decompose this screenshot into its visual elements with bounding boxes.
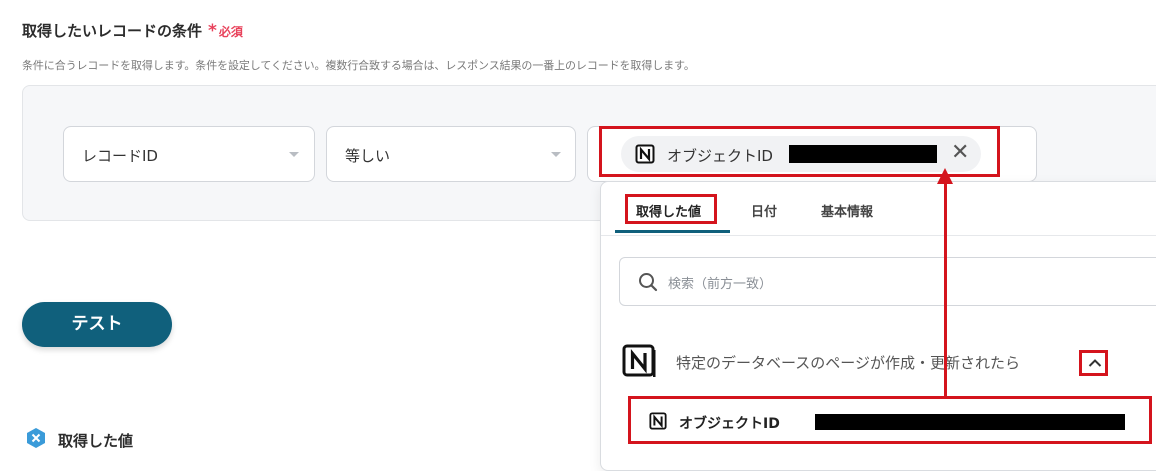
- test-button[interactable]: テスト: [22, 302, 172, 347]
- operator-select-value: 等しい: [345, 147, 391, 165]
- field-select[interactable]: レコードID: [63, 126, 315, 182]
- caret-down-icon: [551, 152, 561, 157]
- search-icon: [638, 272, 658, 296]
- search-input[interactable]: 検索（前方一致）: [619, 257, 1156, 306]
- chevron-up-icon: [1088, 359, 1102, 367]
- annotation-box: [625, 194, 717, 224]
- field-select-value: レコードID: [82, 147, 158, 165]
- required-label: 必須: [218, 25, 243, 39]
- notion-icon: [649, 412, 667, 434]
- annotation-arrow: [944, 181, 947, 396]
- search-placeholder: 検索（前方一致）: [668, 277, 773, 292]
- tab-divider: [601, 235, 1156, 236]
- required-star: *: [208, 21, 217, 41]
- result-label: 取得した値: [58, 432, 134, 450]
- list-item-object-id[interactable]: オブジェクトID: [628, 396, 1152, 444]
- collapse-button[interactable]: [1079, 350, 1108, 376]
- tab-basic-info[interactable]: 基本情報: [821, 201, 873, 220]
- section-description: 条件に合うレコードを取得します。条件を設定してください。複数行合致する場合は、レ…: [22, 59, 695, 72]
- title-text: 取得したいレコードの条件: [22, 22, 203, 40]
- section-title: 取得したいレコードの条件 * 必須: [22, 20, 243, 41]
- redacted-value: [815, 414, 1125, 430]
- yoom-icon: [25, 427, 47, 453]
- tab-date[interactable]: 日付: [751, 201, 777, 220]
- list-item-label: オブジェクトID: [679, 416, 780, 432]
- operator-select[interactable]: 等しい: [326, 126, 576, 182]
- annotation-arrowhead: [937, 168, 953, 184]
- notion-icon: [622, 344, 656, 382]
- caret-down-icon: [289, 152, 299, 157]
- active-tab-indicator: [615, 230, 730, 233]
- trigger-section-title[interactable]: 特定のデータベースのページが作成・更新されたら: [676, 352, 1020, 373]
